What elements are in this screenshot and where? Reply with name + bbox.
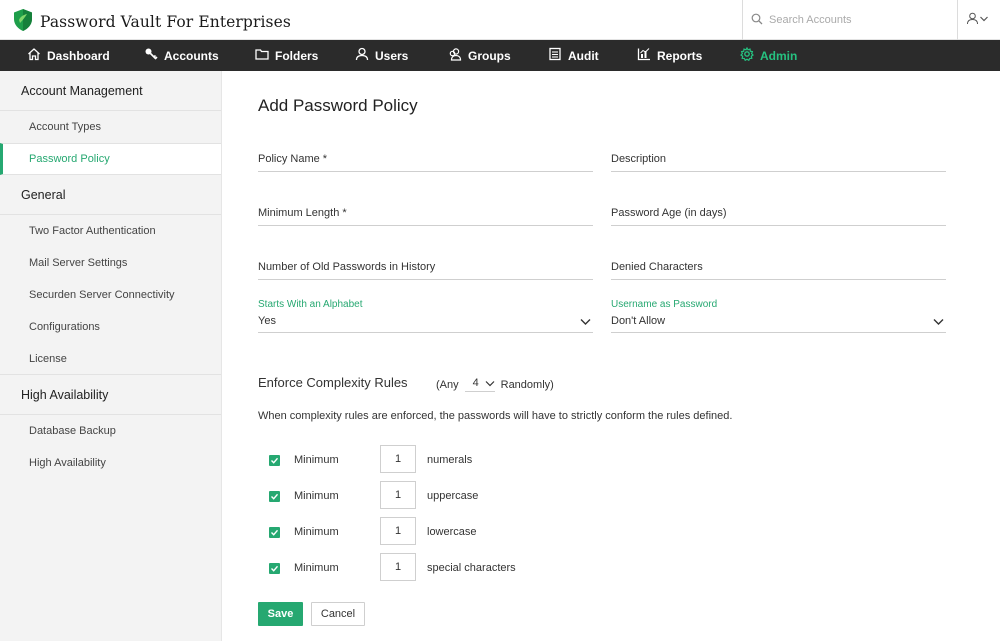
sidebar-item-configurations[interactable]: Configurations	[0, 311, 221, 343]
rule-unit: special characters	[427, 562, 516, 574]
sidebar-item-two-factor-authentication[interactable]: Two Factor Authentication	[0, 215, 221, 247]
password-age-field[interactable]: Password Age (in days)	[611, 204, 946, 226]
nav-accounts[interactable]: Accounts	[144, 40, 219, 71]
sidebar: Account Management Account Types Passwor…	[0, 71, 222, 641]
rule-label: Minimum	[294, 490, 339, 502]
user-menu[interactable]	[966, 12, 989, 25]
username-as-password-select[interactable]: Username as Password Don't Allow	[611, 299, 946, 333]
sidebar-item-license[interactable]: License	[0, 343, 221, 375]
sidebar-item-high-availability[interactable]: High Availability	[0, 447, 221, 479]
sidebar-section-high-availability: High Availability	[0, 375, 221, 415]
brand[interactable]: Password Vault For Enterprises	[12, 8, 291, 35]
sidebar-item-mail-server-settings[interactable]: Mail Server Settings	[0, 247, 221, 279]
nav-folders[interactable]: Folders	[255, 40, 318, 71]
rule-unit: uppercase	[427, 490, 478, 502]
field-label: Description	[611, 153, 666, 165]
sidebar-item-server-connectivity[interactable]: Securden Server Connectivity	[0, 279, 221, 311]
field-label: Password Age (in days)	[611, 207, 727, 219]
field-label: Policy Name *	[258, 153, 327, 165]
complexity-help-text: When complexity rules are enforced, the …	[258, 410, 732, 422]
shield-logo-icon	[12, 8, 34, 35]
any-prefix: (Any	[436, 379, 459, 391]
rule-label: Minimum	[294, 454, 339, 466]
page-title: Add Password Policy	[258, 96, 418, 116]
rule-uppercase: Minimum 1 uppercase	[269, 481, 669, 511]
nav-dashboard[interactable]: Dashboard	[27, 40, 110, 71]
field-label: Starts With an Alphabet	[258, 299, 363, 310]
search-icon	[751, 13, 763, 28]
select-value: Don't Allow	[611, 315, 665, 327]
starts-with-alphabet-select[interactable]: Starts With an Alphabet Yes	[258, 299, 593, 333]
nav-users[interactable]: Users	[355, 40, 408, 71]
rule-count-input[interactable]: 1	[380, 481, 416, 509]
nav-label: Users	[375, 49, 408, 63]
search-box[interactable]	[742, 0, 958, 40]
top-header: Password Vault For Enterprises	[0, 0, 1000, 40]
nav-label: Reports	[657, 49, 702, 63]
rule-checkbox[interactable]	[269, 527, 280, 538]
description-field[interactable]: Description	[611, 150, 946, 172]
save-button[interactable]: Save	[258, 602, 303, 626]
nav-label: Audit	[568, 49, 599, 63]
any-count-select[interactable]: 4	[465, 377, 495, 392]
nav-label: Accounts	[164, 49, 219, 63]
rule-count-input[interactable]: 1	[380, 517, 416, 545]
rule-count-input[interactable]: 1	[380, 553, 416, 581]
sidebar-item-password-policy[interactable]: Password Policy	[0, 143, 221, 175]
main-content: Add Password Policy Policy Name * Descri…	[222, 71, 1000, 641]
rule-lowercase: Minimum 1 lowercase	[269, 517, 669, 547]
nav-label: Admin	[760, 49, 797, 63]
any-count-value: 4	[473, 377, 479, 389]
rule-checkbox[interactable]	[269, 563, 280, 574]
rule-label: Minimum	[294, 526, 339, 538]
nav-groups[interactable]: Groups	[448, 40, 511, 71]
audit-icon	[548, 47, 568, 64]
sidebar-item-account-types[interactable]: Account Types	[0, 111, 221, 143]
folder-icon	[255, 47, 275, 64]
rule-checkbox[interactable]	[269, 491, 280, 502]
chevron-down-icon	[979, 15, 989, 23]
group-icon	[448, 47, 468, 64]
cancel-button[interactable]: Cancel	[311, 602, 365, 626]
rule-checkbox[interactable]	[269, 455, 280, 466]
nav-admin[interactable]: Admin	[740, 40, 797, 71]
gear-icon	[740, 47, 760, 64]
search-input[interactable]	[769, 14, 949, 26]
sidebar-item-database-backup[interactable]: Database Backup	[0, 415, 221, 447]
field-label: Number of Old Passwords in History	[258, 261, 435, 273]
nav-label: Folders	[275, 49, 318, 63]
rule-special-characters: Minimum 1 special characters	[269, 553, 669, 583]
field-label: Minimum Length *	[258, 207, 347, 219]
user-icon	[966, 12, 979, 25]
any-randomly-selector: (Any 4 Randomly)	[436, 377, 554, 392]
select-value: Yes	[258, 315, 276, 327]
rule-count-input[interactable]: 1	[380, 445, 416, 473]
home-icon	[27, 47, 47, 64]
rule-numerals: Minimum 1 numerals	[269, 445, 669, 475]
minimum-length-field[interactable]: Minimum Length *	[258, 204, 593, 226]
any-suffix: Randomly)	[501, 379, 554, 391]
sidebar-section-general: General	[0, 175, 221, 215]
rule-label: Minimum	[294, 562, 339, 574]
policy-name-field[interactable]: Policy Name *	[258, 150, 593, 172]
sidebar-section-account-management: Account Management	[0, 71, 221, 111]
denied-characters-field[interactable]: Denied Characters	[611, 258, 946, 280]
nav-label: Groups	[468, 49, 511, 63]
rule-unit: lowercase	[427, 526, 477, 538]
field-label: Denied Characters	[611, 261, 703, 273]
nav-audit[interactable]: Audit	[548, 40, 599, 71]
field-label: Username as Password	[611, 299, 717, 310]
nav-label: Dashboard	[47, 49, 110, 63]
reports-icon	[637, 47, 657, 64]
nav-reports[interactable]: Reports	[637, 40, 702, 71]
rule-unit: numerals	[427, 454, 472, 466]
key-icon	[144, 47, 164, 64]
user-icon	[355, 47, 375, 64]
complexity-rules-title: Enforce Complexity Rules	[258, 375, 408, 390]
main-nav: Dashboard Accounts Folders Users Groups …	[0, 40, 1000, 71]
app-title: Password Vault For Enterprises	[40, 13, 291, 31]
old-passwords-history-field[interactable]: Number of Old Passwords in History	[258, 258, 593, 280]
